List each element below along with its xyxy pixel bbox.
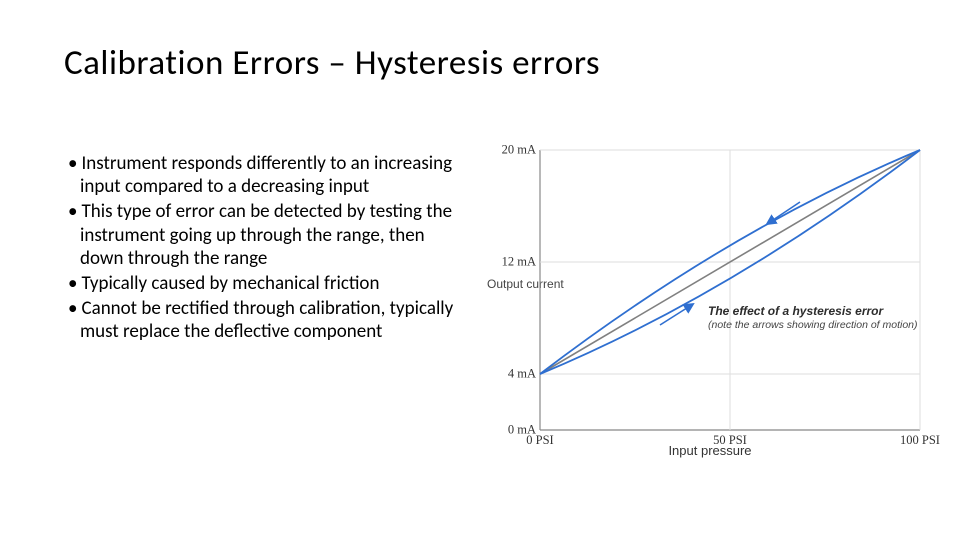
bullet-text: This type of error can be detected by te… (80, 200, 452, 269)
chart-caption: The effect of a hysteresis error (note t… (708, 305, 932, 331)
bullet-text: Instrument responds differently to an in… (80, 152, 452, 198)
x-axis-label: Input pressure (490, 443, 930, 458)
hysteresis-chart: Output current (490, 150, 930, 460)
list-item: •Instrument responds differently to an i… (68, 152, 468, 198)
list-item: •This type of error can be detected by t… (68, 200, 468, 270)
y-tick-label: 12 mA (490, 255, 536, 270)
chart-caption-subtitle: (note the arrows showing direction of mo… (708, 319, 932, 331)
chart-caption-title: The effect of a hysteresis error (708, 304, 883, 318)
arrow-down-icon (770, 202, 800, 222)
list-item: •Cannot be rectified through calibration… (68, 297, 468, 343)
bullet-list: •Instrument responds differently to an i… (68, 150, 468, 345)
y-tick-label: 20 mA (490, 143, 536, 158)
slide: Calibration Errors – Hysteresis errors •… (0, 0, 960, 540)
bullet-text: Typically caused by mechanical friction (81, 272, 379, 295)
bullet-text: Cannot be rectified through calibration,… (80, 297, 453, 343)
slide-title: Calibration Errors – Hysteresis errors (64, 42, 600, 84)
list-item: •Typically caused by mechanical friction (68, 272, 468, 295)
y-tick-label: 4 mA (490, 367, 536, 382)
chart-svg (540, 150, 920, 430)
plot-area: 0 mA 4 mA 12 mA 20 mA 0 PSI 50 PSI 100 P… (540, 150, 920, 430)
